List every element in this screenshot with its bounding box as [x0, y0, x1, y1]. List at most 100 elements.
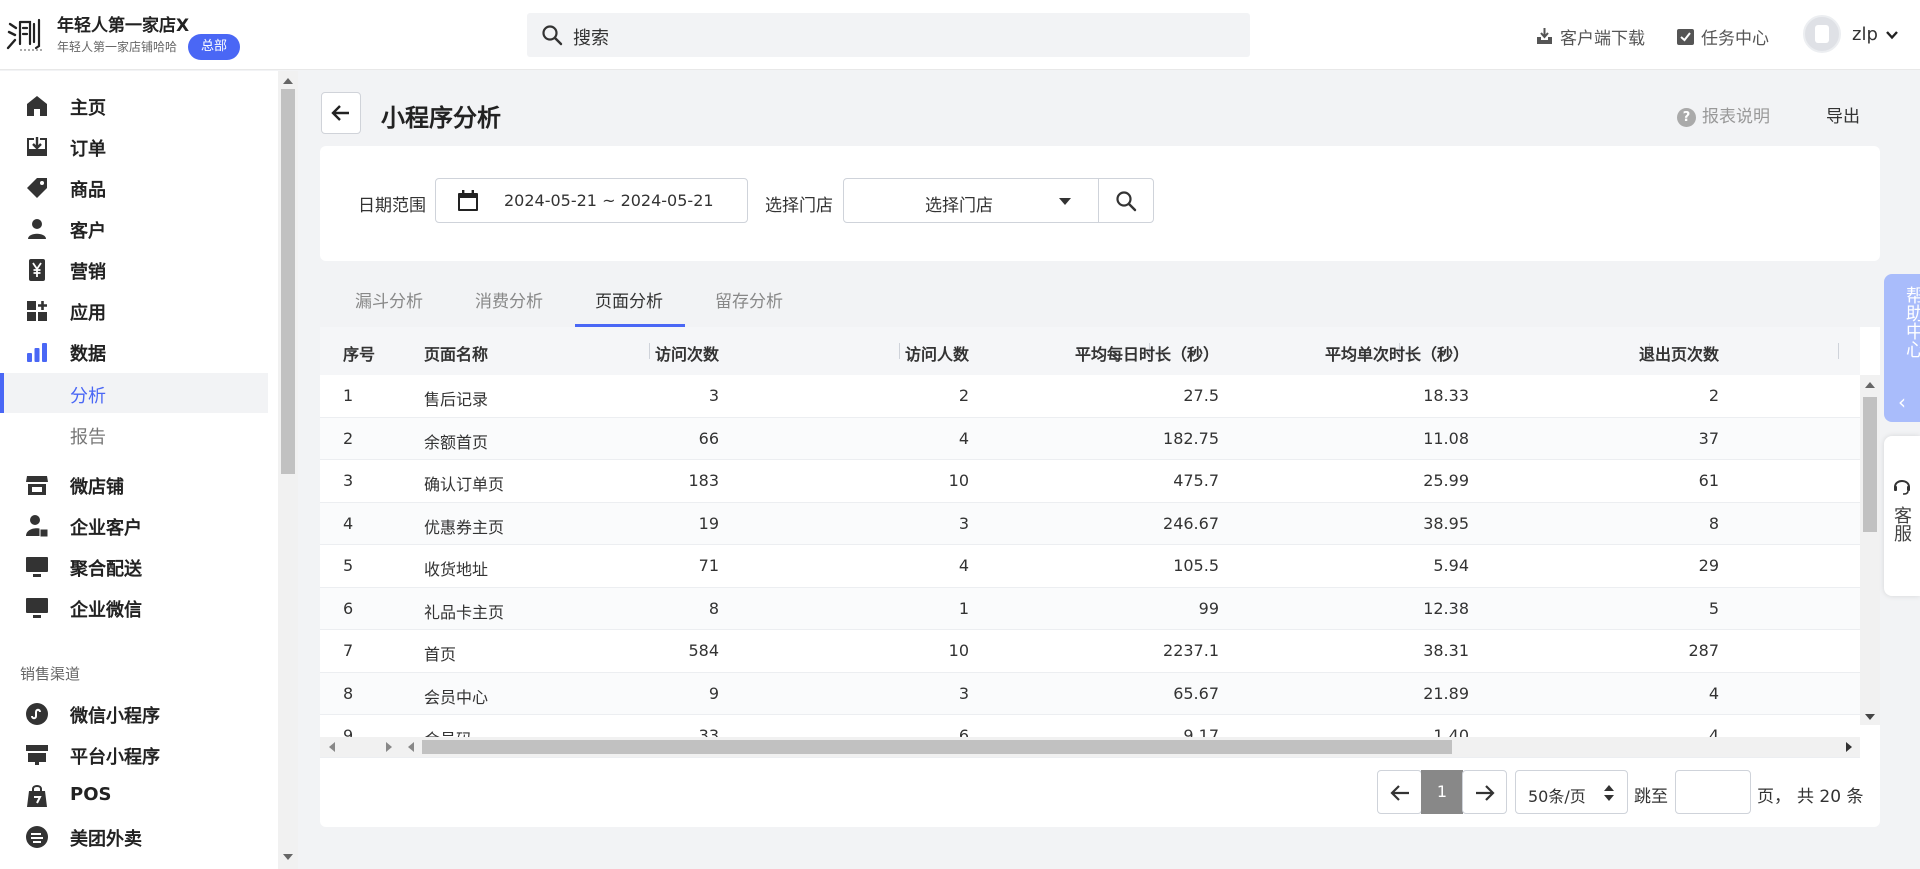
- client-download-label: 客户端下载: [1560, 29, 1645, 49]
- table-cell: 8: [343, 683, 354, 703]
- sidebar-item-marketing[interactable]: 营销: [0, 250, 268, 290]
- sidebar-item-label: 微信小程序: [70, 706, 160, 727]
- page-size-value: 50条/页: [1528, 787, 1586, 806]
- column-header[interactable]: 页面名称: [424, 341, 488, 365]
- jump-page-input[interactable]: [1675, 770, 1751, 814]
- sidebar-item-apps[interactable]: 应用: [0, 291, 268, 331]
- column-header[interactable]: 访问次数: [655, 341, 719, 365]
- sidebar-item-home[interactable]: 主页: [0, 86, 268, 126]
- global-search[interactable]: 搜索: [527, 13, 1250, 57]
- tab-consumption-analysis[interactable]: 消费分析: [475, 287, 543, 312]
- table-cell: 25.99: [1423, 471, 1469, 490]
- task-center-link[interactable]: 任务中心: [1676, 24, 1769, 49]
- table-cell: 收货地址: [424, 560, 489, 579]
- table-cell: 12.38: [1423, 598, 1469, 618]
- sidebar-item-platform-mini-program[interactable]: 平台小程序: [0, 735, 268, 775]
- scroll-up-arrow-icon[interactable]: [283, 78, 293, 84]
- table-cell: 37: [1698, 428, 1719, 448]
- sidebar-item-products[interactable]: 商品: [0, 168, 268, 208]
- tab-funnel-analysis[interactable]: 漏斗分析: [355, 287, 423, 312]
- table-row[interactable]: 3 确认订单页 183 10 475.7 25.99 61: [320, 460, 1860, 503]
- sidebar-scrollbar[interactable]: [278, 71, 298, 869]
- username[interactable]: zlp: [1852, 24, 1878, 45]
- help-center-tab[interactable]: 帮助中心 ‹: [1884, 274, 1920, 422]
- column-resizer[interactable]: [1838, 343, 1839, 359]
- table-horizontal-scrollbar[interactable]: [320, 737, 1860, 757]
- scroll-down-arrow-icon[interactable]: [283, 854, 293, 860]
- customer-service-tab[interactable]: 客服: [1884, 436, 1920, 596]
- chevron-down-icon[interactable]: [1885, 28, 1899, 42]
- export-button[interactable]: 导出: [1826, 102, 1860, 127]
- table-cell: 584: [688, 641, 719, 660]
- table-cell: 4: [958, 556, 969, 575]
- table-vertical-scrollbar[interactable]: [1860, 375, 1880, 725]
- page-unit-label: 页，: [1757, 787, 1791, 807]
- tab-retention-analysis[interactable]: 留存分析: [715, 287, 783, 312]
- table-cell: 2: [1708, 386, 1719, 405]
- sidebar-item-pos[interactable]: POS: [0, 776, 268, 816]
- column-header[interactable]: 平均每日时长（秒）: [1075, 341, 1219, 365]
- table-horizontal-scroll-thumb[interactable]: [422, 740, 1452, 754]
- scroll-up-arrow-icon[interactable]: [1865, 382, 1875, 388]
- store-select[interactable]: 选择门店: [843, 178, 1099, 223]
- report-note-link[interactable]: ? 报表说明: [1677, 102, 1770, 127]
- table-cell: 29: [1698, 556, 1719, 575]
- sidebar-item-enterprise-wechat[interactable]: 企业微信: [0, 588, 268, 628]
- back-button[interactable]: [321, 92, 361, 134]
- column-header[interactable]: 访问人数: [905, 341, 969, 365]
- help-center-label: 帮助中心: [1903, 286, 1920, 358]
- date-range-value: 2024-05-21 ~ 2024-05-21: [504, 191, 714, 210]
- sidebar-subitem-report[interactable]: 报告: [0, 414, 268, 454]
- table-row[interactable]: 1 售后记录 3 2 27.5 18.33 2: [320, 375, 1860, 418]
- scroll-left-arrow-icon[interactable]: [408, 742, 414, 752]
- scroll-down-arrow-icon[interactable]: [1865, 714, 1875, 720]
- sidebar-item-aggregated-delivery[interactable]: 聚合配送: [0, 547, 268, 587]
- sidebar-item-customers[interactable]: 客户: [0, 209, 268, 249]
- next-page-button[interactable]: [1462, 770, 1507, 814]
- sidebar-item-wechat-mini-program[interactable]: 微信小程序: [0, 694, 268, 734]
- store-select-value: 选择门店: [925, 196, 993, 216]
- shop-logo: [6, 18, 44, 51]
- avatar[interactable]: [1803, 15, 1841, 53]
- sidebar-subitem-analysis[interactable]: 分析: [0, 373, 268, 413]
- tab-page-analysis[interactable]: 页面分析: [595, 287, 663, 312]
- table-cell: 21.89: [1423, 683, 1469, 703]
- scroll-left-arrow-icon[interactable]: [329, 742, 335, 752]
- page-size-select[interactable]: 50条/页: [1515, 770, 1628, 814]
- table-cell: 27.5: [1183, 386, 1219, 405]
- scroll-right-arrow-icon[interactable]: [1846, 742, 1852, 752]
- hq-badge[interactable]: 总部: [188, 34, 241, 60]
- table-row[interactable]: 8 会员中心 9 3 65.67 21.89 4: [320, 672, 1860, 715]
- sidebar-scroll-thumb[interactable]: [281, 89, 295, 474]
- table-row[interactable]: 7 首页 584 10 2237.1 38.31 287: [320, 630, 1860, 673]
- column-resizer[interactable]: [649, 343, 650, 359]
- platform-store-icon: [26, 745, 48, 765]
- sidebar-item-enterprise-customers[interactable]: 企业客户: [0, 506, 268, 546]
- column-header[interactable]: 退出页次数: [1639, 341, 1719, 365]
- table-row[interactable]: 5 收货地址 71 4 105.5 5.94 29: [320, 545, 1860, 588]
- table-vertical-scroll-thumb[interactable]: [1863, 397, 1877, 532]
- table-cell: 优惠券主页: [424, 517, 505, 537]
- current-page[interactable]: 1: [1421, 770, 1463, 814]
- total-count: 共 20 条: [1797, 787, 1864, 807]
- filter-search-button[interactable]: [1098, 178, 1154, 223]
- column-header[interactable]: 序号: [343, 341, 375, 365]
- sidebar-item-micro-store[interactable]: 微店铺: [0, 465, 268, 505]
- sidebar-item-meituan[interactable]: 美团外卖: [0, 817, 268, 857]
- table-cell: 确认订单页: [424, 475, 505, 494]
- table-cell: 首页: [424, 645, 457, 664]
- date-range-picker[interactable]: 2024-05-21 ~ 2024-05-21: [435, 178, 748, 223]
- search-input[interactable]: 搜索: [573, 24, 609, 50]
- prev-page-button[interactable]: [1377, 770, 1422, 814]
- sidebar-item-data[interactable]: 数据: [0, 332, 268, 372]
- sidebar-item-label: 主页: [70, 98, 106, 119]
- table-row[interactable]: 6 礼品卡主页 8 1 99 12.38 5: [320, 587, 1860, 630]
- table-row[interactable]: 2 余额首页 66 4 182.75 11.08 37: [320, 417, 1860, 460]
- client-download-link[interactable]: 客户端下载: [1535, 24, 1645, 49]
- scroll-right-arrow-icon[interactable]: [386, 742, 392, 752]
- column-resizer[interactable]: [899, 343, 900, 359]
- sidebar-item-orders[interactable]: 订单: [0, 127, 268, 167]
- column-header[interactable]: 平均单次时长（秒）: [1325, 341, 1469, 365]
- table-row[interactable]: 4 优惠券主页 19 3 246.67 38.95 8: [320, 502, 1860, 545]
- table-cell: 4: [958, 428, 969, 448]
